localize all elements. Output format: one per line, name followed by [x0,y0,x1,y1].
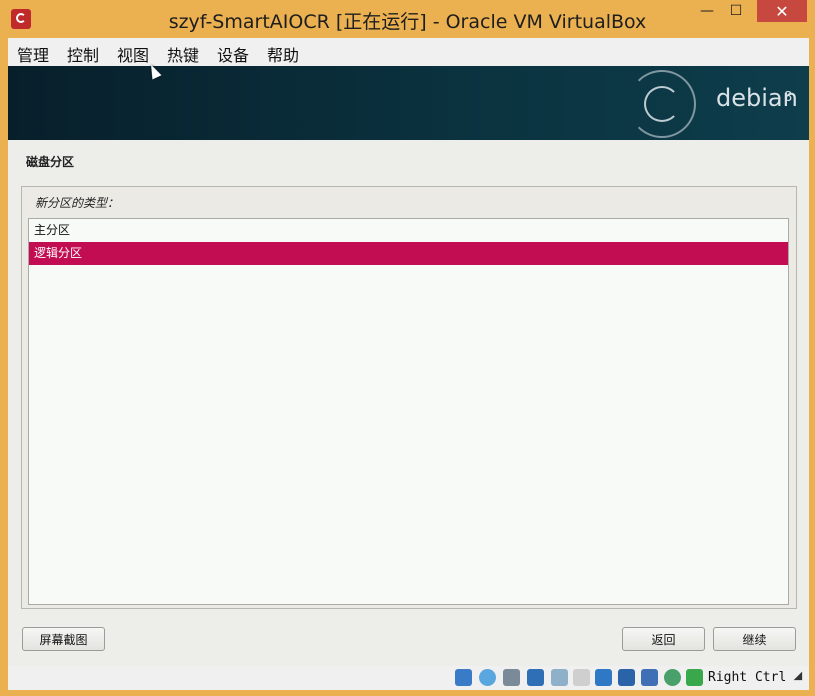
menu-devices[interactable]: 设备 [217,42,249,66]
maximize-button[interactable]: ☐ [723,0,749,22]
status-bar: Right Ctrl [8,666,809,690]
panel-label: 新分区的类型： [35,196,120,210]
debian-version: 8 [784,90,793,105]
window-title: szyf-SmartAIOCR [正在运行] - Oracle VM Virtu… [168,11,647,33]
back-button[interactable]: 返回 [622,627,705,651]
network-icon[interactable] [527,669,544,686]
display-icon[interactable] [573,669,590,686]
screenshot-button[interactable]: 屏幕截图 [22,627,105,651]
shared-folders-icon[interactable] [551,669,568,686]
debian-swirl-inner-icon [644,86,680,122]
cpu-icon[interactable] [618,669,635,686]
menu-help[interactable]: 帮助 [267,42,299,66]
close-button[interactable]: ✕ [757,0,807,22]
arrow-icon [793,671,807,685]
menu-hotkeys[interactable]: 热键 [167,42,199,66]
vm-display[interactable]: debian 8 磁盘分区 新分区的类型： 主分区 逻辑分区 屏幕截图 返回 继… [8,66,809,666]
menu-manage[interactable]: 管理 [17,42,49,66]
option-primary[interactable]: 主分区 [29,219,788,242]
section-title: 磁盘分区 [26,155,75,169]
menu-bar: 管理 控制 视图 热键 设备 帮助 [8,38,809,66]
partition-type-list[interactable]: 主分区 逻辑分区 [28,218,789,605]
usb-icon[interactable] [503,669,520,686]
menu-view[interactable]: 视图 [117,42,149,66]
partition-type-panel: 新分区的类型： 主分区 逻辑分区 [21,186,797,609]
mouse-integration-icon[interactable] [664,669,681,686]
debian-banner: debian 8 [8,66,809,140]
option-logical[interactable]: 逻辑分区 [29,242,788,265]
virtualization-icon[interactable] [641,669,658,686]
video-capture-icon[interactable] [595,669,612,686]
virtualbox-window: szyf-SmartAIOCR [正在运行] - Oracle VM Virtu… [0,0,815,696]
optical-drive-icon[interactable] [479,669,496,686]
host-key-label: Right Ctrl [708,670,787,685]
download-icon[interactable] [686,669,703,686]
minimize-button[interactable]: — [694,0,720,22]
menu-control[interactable]: 控制 [67,42,99,66]
hard-disk-icon[interactable] [455,669,472,686]
continue-button[interactable]: 继续 [713,627,796,651]
title-bar[interactable]: szyf-SmartAIOCR [正在运行] - Oracle VM Virtu… [0,0,815,38]
